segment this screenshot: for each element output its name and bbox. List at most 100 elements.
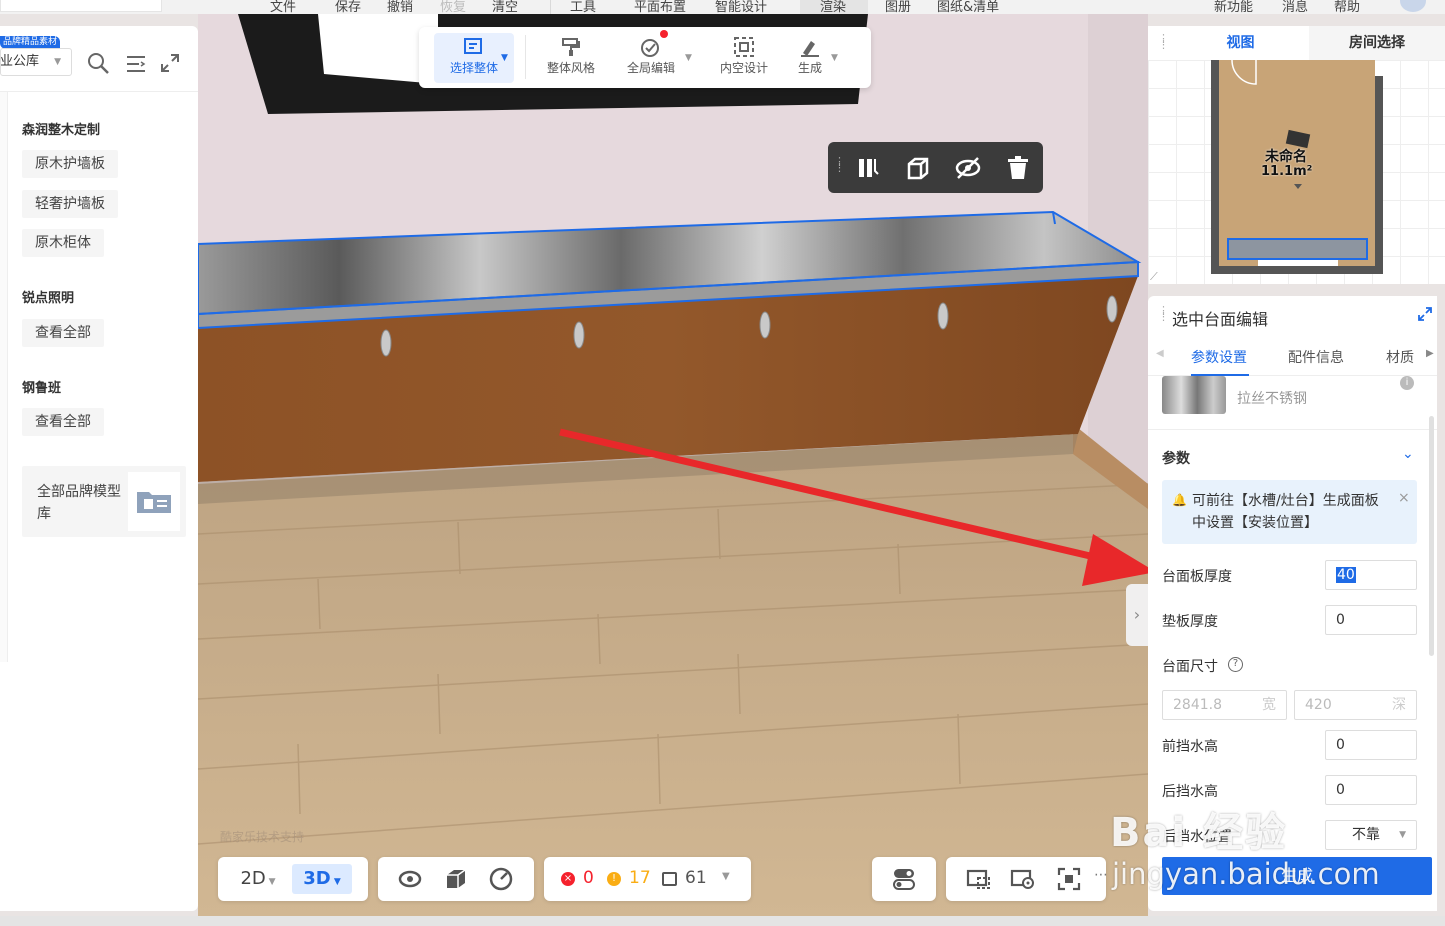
global-edit-caret-icon[interactable]: ▼	[685, 53, 692, 63]
menu-save[interactable]: 保存	[335, 0, 361, 14]
counter-thickness-input[interactable]: 40	[1325, 560, 1417, 590]
menu-messages[interactable]: 消息	[1282, 0, 1308, 14]
object-float-toolbar: ⋮ ⋮	[828, 142, 1043, 193]
notification-dot	[660, 30, 668, 38]
resize-corner-icon[interactable]: ⟋	[1150, 270, 1158, 284]
tab-material[interactable]: 材质	[1386, 347, 1424, 367]
model-count-icon	[662, 872, 677, 886]
library-select[interactable]: 企业公库 ▼	[0, 48, 72, 76]
search-icon[interactable]	[86, 51, 110, 75]
panel-collapse-handle[interactable]: ›	[1126, 584, 1148, 646]
minimap-drag-handle-icon[interactable]: ⋮ ⋮	[1158, 33, 1169, 50]
tab-room-select[interactable]: 房间选择	[1309, 26, 1445, 60]
panel-expand-icon[interactable]	[1418, 307, 1432, 321]
minimap-tabs: 视图 房间选择	[1172, 26, 1445, 60]
tab-params[interactable]: 参数设置	[1191, 347, 1247, 367]
toggle-settings-icon[interactable]	[892, 867, 916, 891]
generate-tool-label: 生成	[797, 61, 822, 75]
panel-drag-handle-icon[interactable]: ⋮ ⋮	[1158, 305, 1169, 322]
group-title-ruidian: 锐点照明	[22, 291, 75, 306]
mode-3d-button[interactable]: 3D ▼	[292, 864, 352, 894]
section-collapse-chevron-icon[interactable]: ⌄	[1402, 446, 1414, 462]
pad-thickness-input[interactable]: 0	[1325, 605, 1417, 635]
filter-list-icon[interactable]	[125, 53, 147, 75]
select-whole-label: 选择整体	[449, 61, 498, 75]
pad-thickness-label: 垫板厚度	[1162, 614, 1218, 630]
screenshot-icon[interactable]	[966, 867, 992, 891]
hide-icon[interactable]	[954, 154, 982, 182]
tag-light-luxury-panel[interactable]: 轻奢护墙板	[22, 190, 118, 218]
info-icon[interactable]: i	[1400, 376, 1414, 390]
minimap-grid[interactable]: 未命名 11.1m² ⟋	[1148, 59, 1445, 284]
menu-drawings[interactable]: 图纸&清单	[937, 0, 999, 14]
issue-status-group[interactable]: × 0 ! 17 61 ▼	[544, 857, 751, 901]
cube-icon[interactable]	[904, 154, 932, 182]
global-edit-icon	[641, 39, 659, 57]
depth-unit: 深	[1392, 697, 1406, 713]
back-splash-position-select[interactable]: 不靠 ▼	[1325, 820, 1417, 850]
select-whole-icon	[464, 38, 482, 54]
room-name-label: 未命名	[1265, 149, 1307, 165]
generate-caret-icon[interactable]: ▼	[831, 53, 838, 63]
tag-wood-wall-panel[interactable]: 原木护墙板	[22, 150, 118, 178]
menu-floor-plan[interactable]: 平面布置	[634, 0, 686, 14]
folder-icon	[128, 472, 180, 531]
user-avatar[interactable]	[1400, 0, 1426, 12]
expand-icon[interactable]	[160, 53, 180, 73]
drag-handle-icon[interactable]: ⋮ ⋮	[834, 156, 845, 173]
menu-new-features[interactable]: 新功能	[1214, 0, 1253, 14]
menu-file[interactable]: 文件	[270, 0, 296, 14]
depth-input: 420 深	[1294, 690, 1417, 720]
speedometer-icon[interactable]	[488, 867, 514, 891]
menu-smart-design[interactable]: 智能设计	[715, 0, 767, 14]
tag-gangluban-view-all[interactable]: 查看全部	[22, 408, 104, 436]
width-value: 2841.8	[1173, 697, 1222, 713]
bell-icon: 🔔	[1172, 493, 1187, 507]
box-view-icon[interactable]	[444, 867, 468, 891]
menu-tools[interactable]: 工具	[570, 0, 596, 14]
front-splash-label: 前挡水高	[1162, 739, 1218, 755]
help-circle-icon[interactable]: ?	[1228, 657, 1243, 672]
material-thumbnail[interactable]	[1162, 376, 1226, 414]
brand-library-card[interactable]: 全部品牌模型库	[22, 466, 186, 537]
tab-accessories[interactable]: 配件信息	[1288, 347, 1344, 367]
front-splash-input[interactable]: 0	[1325, 730, 1417, 760]
more-icon[interactable]: ⋯	[1094, 867, 1108, 883]
toggle-group	[872, 857, 936, 901]
delete-icon[interactable]	[1004, 154, 1032, 182]
app-logo-box	[0, 0, 162, 12]
menu-album[interactable]: 图册	[885, 0, 911, 14]
menu-clear[interactable]: 清空	[492, 0, 518, 14]
mode-2d-button[interactable]: 2D ▼	[228, 864, 288, 894]
tabs-next-icon[interactable]: ▶	[1426, 348, 1434, 359]
material-name: 拉丝不锈钢	[1237, 391, 1307, 407]
back-splash-position-value: 不靠	[1352, 827, 1380, 843]
select-whole-caret-icon[interactable]: ▼	[501, 53, 508, 63]
panel-scrollbar[interactable]	[1429, 416, 1434, 656]
notice-close-icon[interactable]: ×	[1398, 490, 1410, 506]
warning-count: 17	[629, 868, 651, 888]
menu-render[interactable]: 渲染	[820, 0, 846, 14]
paint-roller-icon	[562, 38, 580, 56]
overall-style-button[interactable]: 整体风格	[531, 33, 611, 83]
view-tools-group	[378, 857, 534, 901]
eye-icon[interactable]	[398, 868, 422, 890]
menu-help[interactable]: 帮助	[1334, 0, 1360, 14]
tag-ruidian-view-all[interactable]: 查看全部	[22, 319, 104, 347]
counter-thickness-value: 40	[1336, 567, 1356, 583]
menu-undo[interactable]: 撤销	[387, 0, 413, 14]
tag-wood-cabinet[interactable]: 原木柜体	[22, 229, 104, 257]
interior-frame-icon	[734, 37, 754, 57]
camera-settings-icon[interactable]	[1010, 867, 1036, 891]
tab-view[interactable]: 视图	[1172, 26, 1309, 60]
mode-2d-label: 2D	[240, 868, 266, 889]
tabs-prev-icon[interactable]: ◀	[1156, 348, 1164, 359]
menu-redo[interactable]: 恢复	[440, 0, 466, 14]
view-mode-switch: 2D ▼ 3D ▼	[218, 857, 368, 901]
fit-view-icon[interactable]	[1057, 867, 1081, 891]
back-splash-label: 后挡水高	[1162, 784, 1218, 800]
back-splash-input[interactable]: 0	[1325, 775, 1417, 805]
global-edit-button[interactable]: 全局编辑	[611, 33, 691, 83]
align-icon[interactable]	[855, 154, 883, 182]
left-panel-scroll-gutter	[0, 92, 8, 662]
